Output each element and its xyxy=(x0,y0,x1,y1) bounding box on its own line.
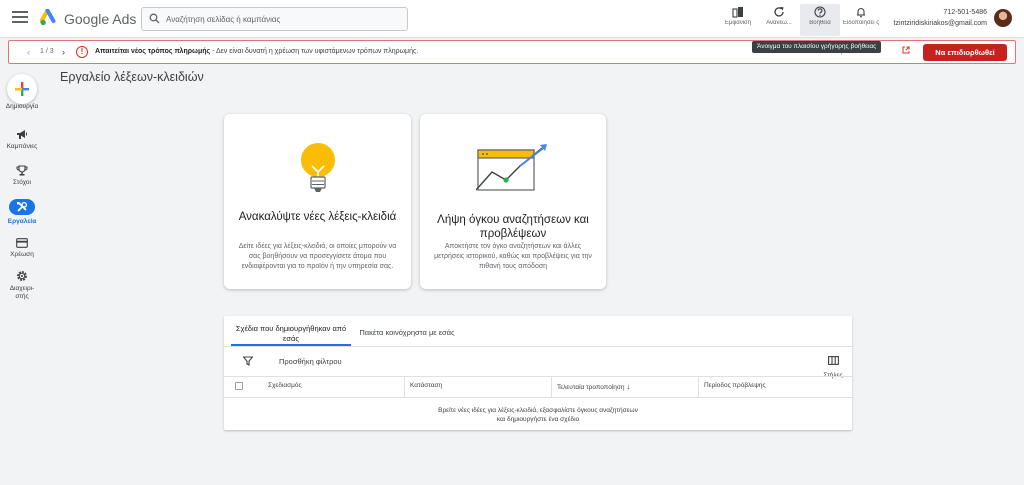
columns-icon xyxy=(827,356,839,365)
bell-icon xyxy=(857,8,865,18)
column-header-forecast-period[interactable]: Περίοδος πρόβλεψης xyxy=(704,382,766,389)
plans-panel: Σχέδια που δημιουργήθηκαν από εσάς Πακέτ… xyxy=(224,316,852,430)
brand-name: Google Ads xyxy=(64,11,137,27)
plus-icon xyxy=(15,82,29,96)
table-body-divider xyxy=(224,397,852,398)
sidebar-item-goals[interactable]: Στόχοι xyxy=(0,165,44,187)
search-volume-forecast-title: Λήψη όγκου αναζητήσεων και προβλέψεων xyxy=(437,214,589,240)
chart-growth-icon xyxy=(476,144,547,191)
sidebar-label-campaigns: Καμπάνιες xyxy=(6,143,38,150)
trophy-icon xyxy=(16,165,28,176)
discover-keywords-description: Δείτε ιδέες για λέξεις-κλειδιά, οι οποίε… xyxy=(238,243,397,270)
table-header-divider xyxy=(224,376,852,377)
sidebar-item-admin[interactable]: Διαχειρι- στής xyxy=(0,270,44,301)
search-volume-forecast-card[interactable]: Λήψη όγκου αναζητήσεων και προβλέψεων Απ… xyxy=(420,114,606,289)
help-button[interactable]: Βοήθεια xyxy=(800,4,840,36)
search-box[interactable] xyxy=(141,7,408,31)
megaphone-icon xyxy=(17,130,27,139)
lightbulb-icon xyxy=(300,143,335,192)
sidebar-label-goals: Στόχοι xyxy=(12,179,31,186)
add-filter-button[interactable]: Προσθήκη φίλτρου xyxy=(279,357,342,366)
column-separator xyxy=(404,377,405,397)
tools-icon xyxy=(17,201,28,212)
search-icon xyxy=(149,13,160,24)
sidebar-item-tools[interactable]: Εργαλεία xyxy=(0,199,44,226)
search-input[interactable] xyxy=(166,11,401,27)
external-link-icon[interactable] xyxy=(902,46,910,54)
notifications-label: Ειδοποιήσει ς xyxy=(842,20,880,26)
appearance-button[interactable]: Εμφάνιση xyxy=(718,4,758,36)
columns-button[interactable]: Στήλες xyxy=(820,352,846,379)
previous-alert-icon[interactable]: ‹ xyxy=(27,47,30,57)
avatar[interactable] xyxy=(994,9,1012,27)
refresh-icon xyxy=(774,7,784,17)
sidebar-label-admin: Διαχειρι- στής xyxy=(9,285,35,300)
tab-my-plans[interactable]: Σχέδια που δημιουργήθηκαν από εσάς xyxy=(231,316,351,346)
google-ads-logo-icon xyxy=(40,9,56,26)
alert-icon: ! xyxy=(76,46,88,58)
alert-title: Απαιτείται νέος τρόπος πληρωμής xyxy=(95,48,211,55)
sidebar-label-billing: Χρέωση xyxy=(10,251,34,258)
empty-state-line-1: Βρείτε νέες ιδέες για λέξεις-κλειδιά, εξ… xyxy=(438,407,638,414)
notifications-button[interactable]: Ειδοποιήσει ς xyxy=(841,4,881,36)
top-header: Google Ads Εμφάνιση Ανανέω... Βοήθεια xyxy=(0,0,1024,38)
tab-shared-plans[interactable]: Πακέτα κοινόχρηστα με εσάς xyxy=(352,316,462,346)
select-all-checkbox[interactable] xyxy=(235,382,243,390)
create-label: Δημιουργία xyxy=(5,103,39,110)
sidebar-item-billing[interactable]: Χρέωση xyxy=(0,238,44,259)
filter-icon[interactable] xyxy=(243,356,253,366)
page-title: Εργαλείο λέξεων-κλειδιών xyxy=(60,70,204,84)
create-button[interactable] xyxy=(7,74,37,104)
active-indicator xyxy=(9,199,35,215)
tab-divider xyxy=(224,346,852,347)
column-header-status[interactable]: Κατάσταση xyxy=(410,382,442,389)
column-header-last-modified[interactable]: Τελευταία τροποποίηση ↓ xyxy=(557,382,630,391)
refresh-label: Ανανέω... xyxy=(766,20,792,26)
column-separator xyxy=(551,377,552,397)
alert-counter: 1 / 3 xyxy=(40,48,54,55)
credit-card-icon xyxy=(16,238,28,248)
settings-icon xyxy=(17,271,27,281)
hamburger-menu-icon[interactable] xyxy=(12,11,28,25)
last-modified-label: Τελευταία τροποποίηση xyxy=(557,384,625,391)
help-tooltip: Άνοιγμα του πλαισίου γρήγορης βοήθειας xyxy=(752,41,882,53)
help-label: Βοήθεια xyxy=(809,20,831,26)
column-separator xyxy=(698,377,699,397)
help-icon xyxy=(814,6,826,18)
column-header-plan[interactable]: Σχεδιασμός xyxy=(268,382,302,389)
sidebar-item-campaigns[interactable]: Καμπάνιες xyxy=(0,129,44,151)
refresh-button[interactable]: Ανανέω... xyxy=(759,4,799,36)
discover-keywords-card[interactable]: Ανακαλύψτε νέες λέξεις-κλειδιά Δείτε ιδέ… xyxy=(224,114,411,289)
fix-payment-button[interactable]: Να επιδιορθωθεί xyxy=(923,44,1007,61)
alert-message: Απαιτείται νέος τρόπος πληρωμής - Δεν εί… xyxy=(95,48,418,55)
sort-arrow-icon: ↓ xyxy=(626,382,631,391)
discover-keywords-title: Ανακαλύψτε νέες λέξεις-κλειδιά xyxy=(238,211,397,223)
alert-detail: - Δεν είναι δυνατή η χρέωση των υφιστάμε… xyxy=(210,48,419,55)
empty-state-line-2: και δημιουργήστε ένα σχέδιο xyxy=(496,416,580,423)
next-alert-icon[interactable]: › xyxy=(62,47,65,57)
appearance-icon xyxy=(732,7,743,18)
appearance-label: Εμφάνιση xyxy=(724,20,752,26)
search-volume-forecast-description: Αποκτήστε τον όγκο αναζητήσεων και άλλες… xyxy=(434,243,592,270)
account-email: tzintziridiskiriakos@gmail.com xyxy=(893,20,987,27)
sidebar-label-tools: Εργαλεία xyxy=(7,218,37,225)
account-id: 712-501-5486 xyxy=(943,9,987,16)
